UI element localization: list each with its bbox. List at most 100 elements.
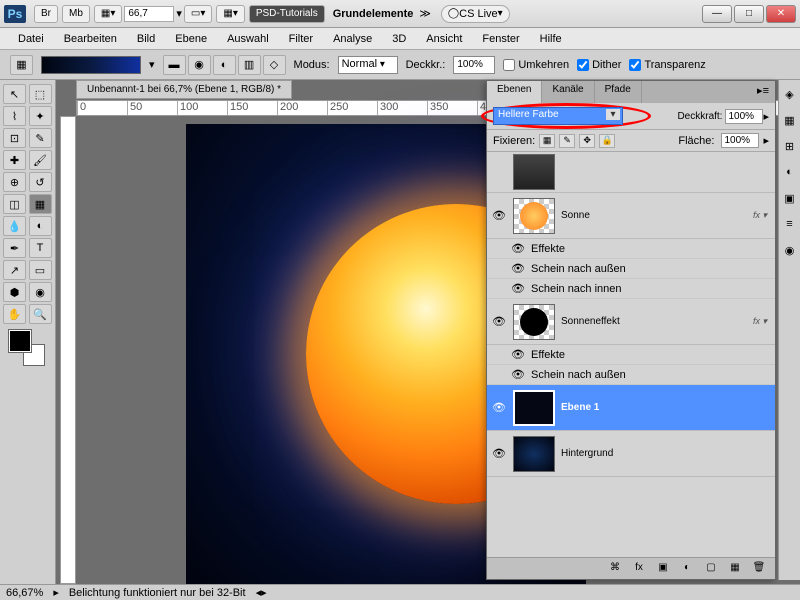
layer-thumb[interactable]: [513, 390, 555, 426]
deckkraft-input[interactable]: [725, 109, 763, 124]
lock-pixels-icon[interactable]: ✎: [559, 134, 575, 148]
effect-outer-glow[interactable]: 👁Schein nach außen: [487, 259, 775, 279]
gradient-tool-icon[interactable]: ▦: [10, 55, 33, 75]
dither-checkbox[interactable]: Dither: [577, 59, 621, 71]
bridge-button[interactable]: Br: [34, 5, 58, 23]
shape-tool[interactable]: ▭: [29, 260, 52, 280]
visibility-icon[interactable]: 👁: [491, 315, 507, 329]
adjustments-icon[interactable]: ◐: [782, 164, 798, 180]
menu-filter[interactable]: Filter: [281, 31, 321, 47]
history-brush-tool[interactable]: ↺: [29, 172, 52, 192]
blur-tool[interactable]: 💧: [3, 216, 26, 236]
workspace-psd-tutorials[interactable]: PSD-Tutorials: [249, 5, 325, 23]
layer-clouds[interactable]: [487, 152, 775, 193]
workspace-grundelemente[interactable]: Grundelemente: [333, 8, 414, 20]
3d-camera-tool[interactable]: ◉: [29, 282, 52, 302]
gradient-diamond-icon[interactable]: ◇: [263, 55, 286, 75]
gradient-linear-icon[interactable]: ▬: [163, 55, 186, 75]
styles-icon[interactable]: ⊞: [782, 138, 798, 154]
opacity-input[interactable]: [453, 56, 495, 74]
tab-ebenen[interactable]: Ebenen: [487, 81, 542, 103]
color-icon[interactable]: ▦: [782, 112, 798, 128]
swatches-icon[interactable]: ◈: [782, 86, 798, 102]
zoom-tool[interactable]: 🔍: [29, 304, 52, 324]
reverse-checkbox[interactable]: Umkehren: [503, 59, 569, 71]
layer-thumb[interactable]: [513, 154, 555, 190]
gradient-preview[interactable]: [41, 56, 141, 74]
layer-name[interactable]: Hintergrund: [561, 448, 771, 459]
lock-all-icon[interactable]: 🔒: [599, 134, 615, 148]
color-picker[interactable]: [9, 330, 45, 366]
arrange-button[interactable]: ▦▾: [216, 5, 244, 23]
layer-name[interactable]: Sonneneffekt: [561, 316, 747, 327]
gradient-angle-icon[interactable]: ◐: [213, 55, 236, 75]
visibility-icon[interactable]: 👁: [491, 401, 507, 415]
visibility-icon[interactable]: 👁: [491, 447, 507, 461]
new-layer-icon[interactable]: ▦: [727, 562, 743, 576]
layer-thumb[interactable]: [513, 436, 555, 472]
eraser-tool[interactable]: ◫: [3, 194, 26, 214]
layer-hintergrund[interactable]: 👁 Hintergrund: [487, 431, 775, 477]
menu-bearbeiten[interactable]: Bearbeiten: [56, 31, 125, 47]
document-tab[interactable]: Unbenannt-1 bei 66,7% (Ebene 1, RGB/8) *: [76, 80, 292, 99]
adjustment-layer-icon[interactable]: ◐: [679, 562, 695, 576]
transparency-checkbox[interactable]: Transparenz: [629, 59, 705, 71]
eyedropper-tool[interactable]: ✎: [29, 128, 52, 148]
effect-inner-glow[interactable]: 👁Schein nach innen: [487, 279, 775, 299]
menu-ansicht[interactable]: Ansicht: [418, 31, 470, 47]
menu-hilfe[interactable]: Hilfe: [532, 31, 570, 47]
zoom-input[interactable]: [124, 6, 174, 22]
lock-transparency-icon[interactable]: ▦: [539, 134, 555, 148]
effects-group[interactable]: 👁Effekte: [487, 345, 775, 365]
menu-ebene[interactable]: Ebene: [167, 31, 215, 47]
tab-pfade[interactable]: Pfade: [595, 81, 642, 103]
3d-tool[interactable]: ⬢: [3, 282, 26, 302]
menu-3d[interactable]: 3D: [384, 31, 414, 47]
effect-outer-glow[interactable]: 👁Schein nach außen: [487, 365, 775, 385]
gradient-radial-icon[interactable]: ◉: [188, 55, 211, 75]
lock-position-icon[interactable]: ✥: [579, 134, 595, 148]
type-tool[interactable]: T: [29, 238, 52, 258]
link-layers-icon[interactable]: ⌘: [607, 562, 623, 576]
menu-bild[interactable]: Bild: [129, 31, 163, 47]
cslive-button[interactable]: ◯ CS Live ▾: [441, 5, 510, 23]
masks-icon[interactable]: ▣: [782, 190, 798, 206]
blend-mode-select[interactable]: Normal ▾: [338, 56, 398, 74]
layer-name[interactable]: Ebene 1: [561, 402, 771, 413]
blend-mode-dropdown[interactable]: Hellere Farbe: [493, 107, 623, 125]
gradient-tool[interactable]: ▦: [29, 194, 52, 214]
window-close[interactable]: ✕: [766, 5, 796, 23]
visibility-icon[interactable]: 👁: [491, 209, 507, 223]
channels-icon[interactable]: ≡: [782, 216, 798, 232]
dodge-tool[interactable]: ◐: [29, 216, 52, 236]
tab-kanaele[interactable]: Kanäle: [542, 81, 594, 103]
window-minimize[interactable]: —: [702, 5, 732, 23]
layer-style-icon[interactable]: fx: [631, 562, 647, 576]
paths-icon[interactable]: ◉: [782, 242, 798, 258]
stamp-tool[interactable]: ⊕: [3, 172, 26, 192]
effects-group[interactable]: 👁Effekte: [487, 239, 775, 259]
menu-fenster[interactable]: Fenster: [474, 31, 527, 47]
layer-thumb[interactable]: [513, 198, 555, 234]
pen-tool[interactable]: ✒: [3, 238, 26, 258]
panel-menu-icon[interactable]: ▸≡: [751, 81, 775, 103]
wand-tool[interactable]: ✦: [29, 106, 52, 126]
brush-tool[interactable]: 🖌: [29, 150, 52, 170]
menu-auswahl[interactable]: Auswahl: [219, 31, 277, 47]
fx-icon[interactable]: fx ▾: [753, 210, 767, 221]
crop-tool[interactable]: ⊡: [3, 128, 26, 148]
menu-datei[interactable]: Datei: [10, 31, 52, 47]
healing-tool[interactable]: ✚: [3, 150, 26, 170]
visibility-icon[interactable]: [491, 165, 507, 179]
flaeche-input[interactable]: [721, 133, 759, 148]
lasso-tool[interactable]: ⌇: [3, 106, 26, 126]
gradient-reflected-icon[interactable]: ▥: [238, 55, 261, 75]
hand-tool[interactable]: ✋: [3, 304, 26, 324]
view-extras-button[interactable]: ▦▾: [94, 5, 122, 23]
window-maximize[interactable]: □: [734, 5, 764, 23]
screen-mode-button[interactable]: ▭▾: [184, 5, 212, 23]
layer-ebene1[interactable]: 👁 Ebene 1: [487, 385, 775, 431]
delete-layer-icon[interactable]: 🗑: [751, 562, 767, 576]
layer-sonneneffekt[interactable]: 👁 Sonneneffekt fx ▾: [487, 299, 775, 345]
foreground-color[interactable]: [9, 330, 31, 352]
